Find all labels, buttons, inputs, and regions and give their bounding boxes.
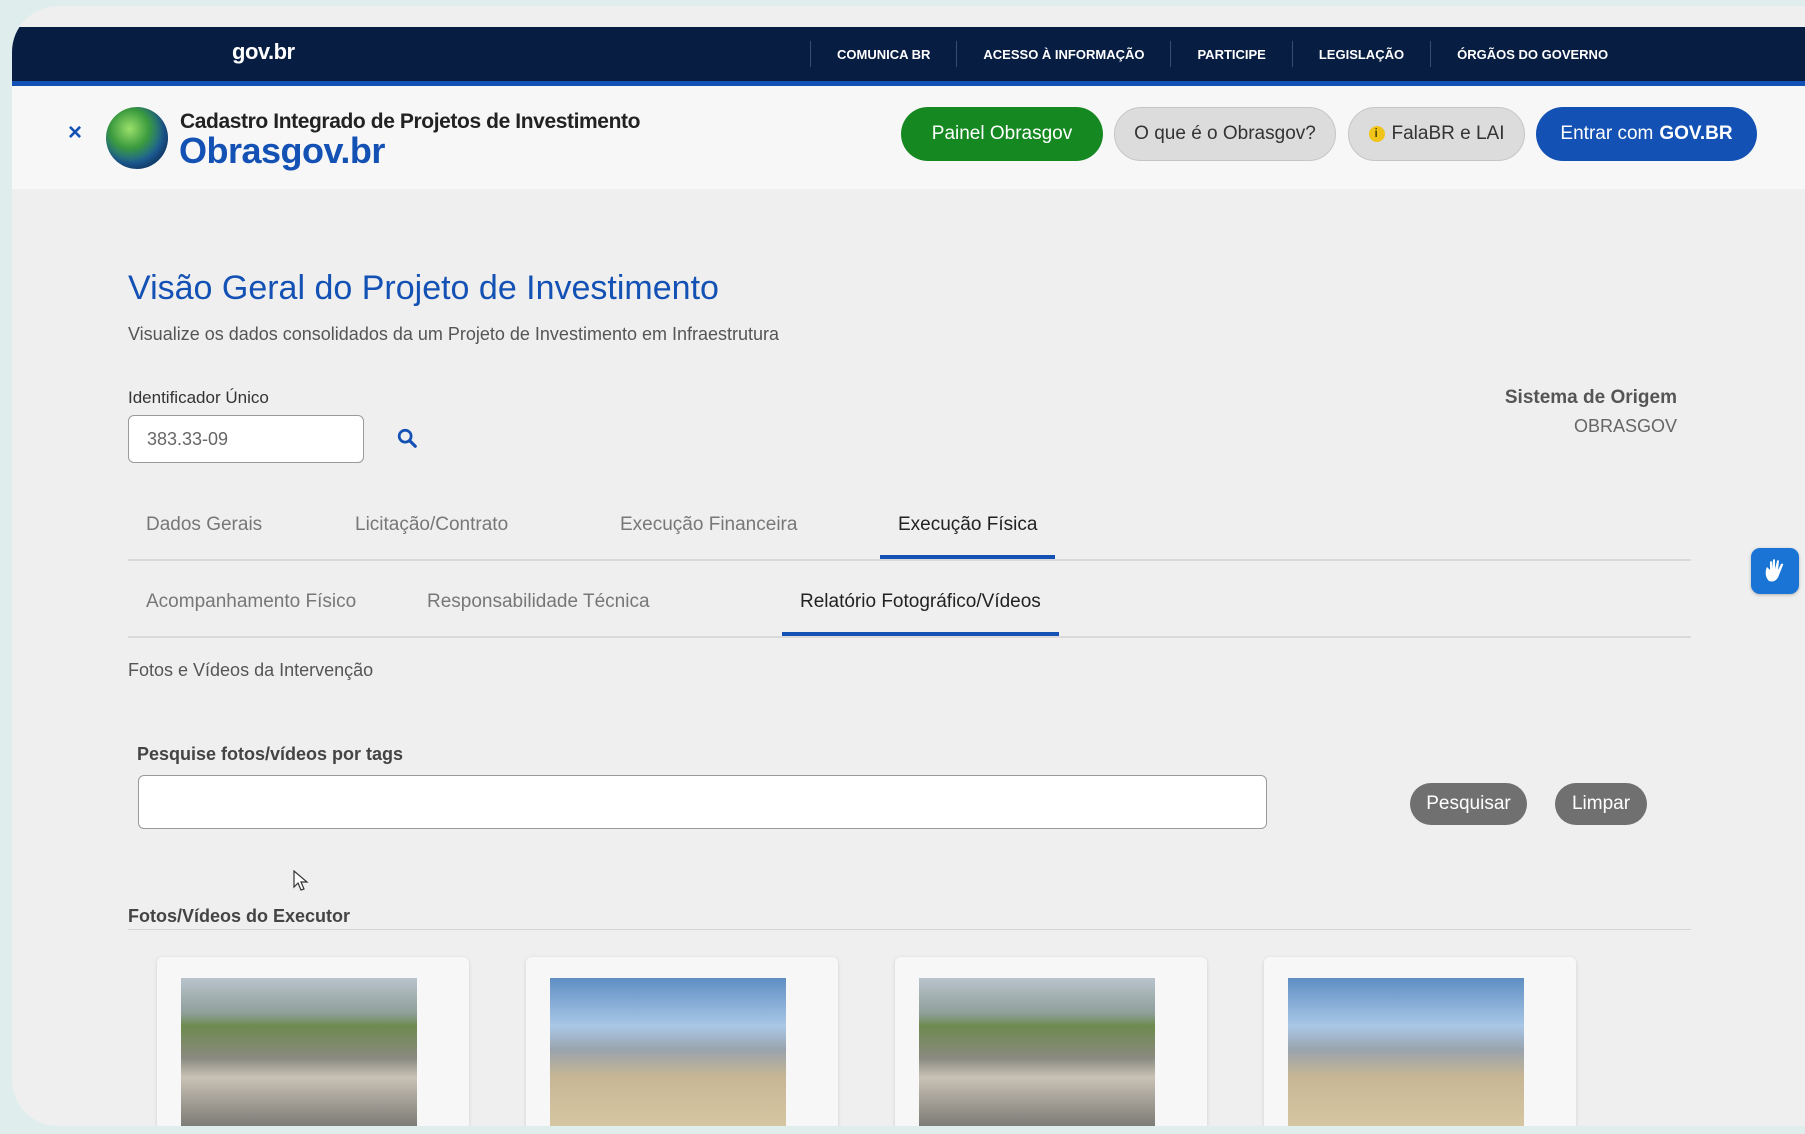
close-icon[interactable]: × <box>68 119 82 147</box>
nav-link-participe[interactable]: PARTICIPE <box>1171 47 1291 62</box>
sub-tabs: Acompanhamento Físico Responsabilidade T… <box>128 579 1691 638</box>
tab-acompanhamento-fisico[interactable]: Acompanhamento Físico <box>128 579 374 636</box>
page-title: Visão Geral do Projeto de Investimento <box>128 269 719 307</box>
tab-licitacao-contrato[interactable]: Licitação/Contrato <box>337 502 526 559</box>
divider <box>128 929 1691 930</box>
identifier-input[interactable] <box>128 415 364 463</box>
clear-button[interactable]: Limpar <box>1555 783 1647 825</box>
main-tabs: Dados Gerais Licitação/Contrato Execução… <box>128 502 1691 561</box>
gov-nav: COMUNICA BR ACESSO À INFORMAÇÃO PARTICIP… <box>810 27 1634 81</box>
login-prefix: Entrar com <box>1560 123 1654 144</box>
app-frame: gov.br COMUNICA BR ACESSO À INFORMAÇÃO P… <box>12 6 1805 1126</box>
origin-label: Sistema de Origem <box>1504 387 1677 408</box>
painel-obrasgov-button[interactable]: Painel Obrasgov <box>901 107 1103 161</box>
media-card[interactable] <box>895 957 1207 1126</box>
gov-top-bar: gov.br COMUNICA BR ACESSO À INFORMAÇÃO P… <box>12 27 1805 86</box>
falabr-lai-button[interactable]: FalaBR e LAI <box>1348 107 1525 161</box>
brand-title[interactable]: Obrasgov.br <box>179 130 385 172</box>
tab-execucao-financeira[interactable]: Execução Financeira <box>602 502 815 559</box>
info-icon <box>1368 126 1385 142</box>
tab-relatorio-fotografico[interactable]: Relatório Fotográfico/Vídeos <box>782 579 1059 636</box>
tab-dados-gerais[interactable]: Dados Gerais <box>128 502 280 559</box>
mouse-cursor-icon <box>293 870 309 891</box>
about-obrasgov-button[interactable]: O que é o Obrasgov? <box>1114 107 1336 161</box>
nav-link-orgaos[interactable]: ÓRGÃOS DO GOVERNO <box>1431 47 1634 62</box>
login-govbr-label: GOV.BR <box>1659 123 1733 144</box>
search-icon[interactable] <box>396 427 418 449</box>
photo-thumbnail <box>181 978 417 1126</box>
media-section-note: Fotos e Vídeos da Intervenção <box>128 660 374 680</box>
identifier-label: Identificador Único <box>128 388 269 407</box>
login-govbr-button[interactable]: Entrar com GOV.BR <box>1536 107 1757 161</box>
photo-thumbnail <box>919 978 1155 1126</box>
media-card[interactable] <box>1264 957 1576 1126</box>
nav-link-acesso[interactable]: ACESSO À INFORMAÇÃO <box>957 47 1170 62</box>
gov-logo[interactable]: gov.br <box>232 39 295 65</box>
hand-icon <box>1765 559 1784 582</box>
sign-language-icon[interactable] <box>1751 548 1799 594</box>
nav-link-legislacao[interactable]: LEGISLAÇÃO <box>1293 47 1430 62</box>
tab-responsabilidade-tecnica[interactable]: Responsabilidade Técnica <box>409 579 668 636</box>
search-button[interactable]: Pesquisar <box>1410 783 1527 825</box>
nav-link-comunica[interactable]: COMUNICA BR <box>811 47 956 62</box>
media-card[interactable] <box>526 957 838 1126</box>
origin-value: OBRASGOV <box>1573 416 1677 436</box>
tab-execucao-fisica[interactable]: Execução Física <box>880 502 1056 559</box>
falabr-label: FalaBR e LAI <box>1391 123 1505 144</box>
photo-thumbnail <box>1288 978 1524 1126</box>
executor-media-heading: Fotos/Vídeos do Executor <box>128 906 351 926</box>
page-subtitle: Visualize os dados consolidados da um Pr… <box>128 324 780 344</box>
tags-search-input[interactable] <box>138 775 1267 829</box>
media-card[interactable] <box>157 957 469 1126</box>
obrasgov-logo-icon <box>106 107 168 169</box>
tags-search-label: Pesquise fotos/vídeos por tags <box>137 744 404 764</box>
photo-thumbnail <box>550 978 786 1126</box>
